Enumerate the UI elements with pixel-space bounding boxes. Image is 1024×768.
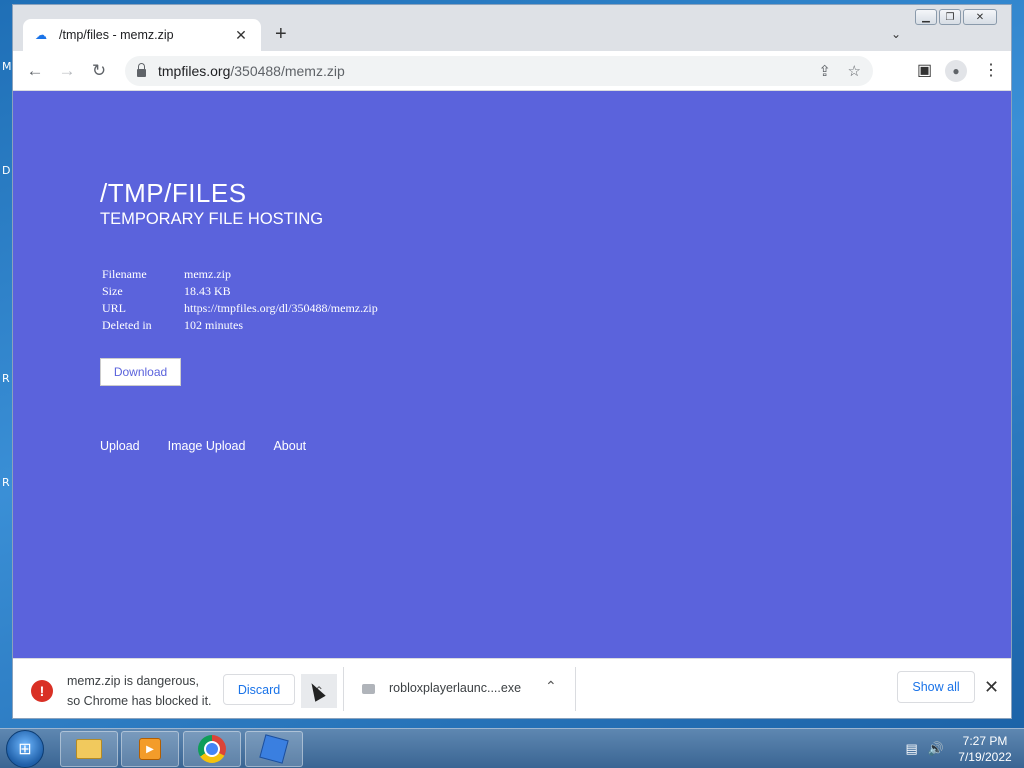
desktop-icon-label[interactable]: M: [2, 60, 12, 73]
file-info-table: Filename memz.zip Size 18.43 KB URL http…: [102, 266, 378, 334]
network-icon[interactable]: ▤: [906, 741, 918, 757]
volume-icon[interactable]: 🔊: [928, 741, 944, 757]
page-content: /TMP/FILES TEMPORARY FILE HOSTING Filena…: [13, 91, 1011, 658]
taskbar: ⊞ ▶ ▤ 🔊 7:27 PM 7/19/2022: [0, 728, 1024, 768]
discard-button[interactable]: Discard: [223, 674, 295, 705]
tab-strip: ☁ /tmp/files - memz.zip ✕ + ⌄: [13, 5, 1011, 51]
info-key: Deleted in: [102, 318, 152, 332]
warning-line: memz.zip is dangerous,: [67, 674, 200, 688]
site-title: /TMP/FILES: [100, 178, 247, 208]
lock-icon[interactable]: [137, 63, 146, 77]
info-key: URL: [102, 301, 126, 315]
media-player-icon: ▶: [139, 738, 161, 760]
about-link[interactable]: About: [273, 439, 306, 453]
address-bar[interactable]: tmpfiles.org/350488/memz.zip ⇪ ☆: [125, 56, 873, 86]
info-row: Deleted in 102 minutes: [102, 317, 378, 334]
desktop-icon-label[interactable]: R: [2, 372, 10, 385]
start-button[interactable]: ⊞: [6, 730, 44, 768]
url-text: tmpfiles.org/350488/memz.zip: [158, 63, 345, 79]
desktop-icon-label[interactable]: D: [2, 164, 10, 177]
folder-icon: [76, 739, 102, 759]
url-path: /350488/memz.zip: [230, 63, 345, 79]
dangerous-download-warning: memz.zip is dangerous, so Chrome has blo…: [67, 671, 212, 711]
download-button[interactable]: Download: [100, 358, 181, 386]
info-value[interactable]: https://tmpfiles.org/dl/350488/memz.zip: [184, 300, 378, 317]
info-key: Size: [102, 284, 123, 298]
shelf-divider: [343, 667, 344, 711]
system-tray: ▤ 🔊: [906, 741, 944, 757]
forward-button[interactable]: →: [55, 59, 79, 83]
share-icon[interactable]: ⇪: [818, 62, 831, 80]
menu-kebab-icon[interactable]: ⋮: [983, 60, 999, 80]
browser-toolbar: ← → ↻ tmpfiles.org/350488/memz.zip ⇪ ☆ ▣…: [13, 51, 1011, 91]
new-tab-button[interactable]: +: [275, 24, 287, 44]
info-value: 102 minutes: [184, 318, 243, 332]
info-row: Size 18.43 KB: [102, 283, 378, 300]
taskbar-explorer[interactable]: [60, 731, 118, 767]
info-key: Filename: [102, 267, 147, 281]
roblox-icon: [259, 734, 289, 764]
upload-link[interactable]: Upload: [100, 439, 140, 453]
reload-button[interactable]: ↻: [87, 59, 111, 83]
clock-date: 7/19/2022: [958, 750, 1012, 764]
cloud-upload-icon: ☁: [35, 28, 47, 42]
taskbar-chrome[interactable]: [183, 731, 241, 767]
footer-links: Upload Image Upload About: [100, 439, 306, 453]
tab-title: /tmp/files - memz.zip: [59, 28, 174, 42]
danger-warning-icon: !: [31, 680, 53, 702]
info-row: URL https://tmpfiles.org/dl/350488/memz.…: [102, 300, 378, 317]
warning-line: so Chrome has blocked it.: [67, 694, 212, 708]
file-icon: [362, 684, 375, 694]
tab-active[interactable]: ☁ /tmp/files - memz.zip ✕: [23, 19, 261, 51]
shelf-divider: [575, 667, 576, 711]
back-button[interactable]: ←: [23, 59, 47, 83]
info-value: 18.43 KB: [184, 284, 231, 298]
chevron-up-icon[interactable]: ⌃: [545, 678, 557, 695]
profile-avatar-icon[interactable]: ●: [945, 60, 967, 82]
url-host: tmpfiles.org: [158, 63, 231, 79]
download-shelf: ! memz.zip is dangerous, so Chrome has b…: [13, 658, 1011, 718]
clock[interactable]: 7:27 PM 7/19/2022: [950, 733, 1020, 765]
side-panel-icon[interactable]: ▣: [917, 60, 932, 80]
desktop-icon-label[interactable]: R: [2, 476, 10, 489]
close-tab-icon[interactable]: ✕: [233, 27, 249, 44]
image-upload-link[interactable]: Image Upload: [168, 439, 246, 453]
chrome-window: ▁ ❐ ✕ ☁ /tmp/files - memz.zip ✕ + ⌄ ← → …: [12, 4, 1012, 719]
tab-search-icon[interactable]: ⌄: [891, 27, 901, 41]
close-shelf-icon[interactable]: ✕: [984, 677, 999, 698]
bookmark-star-icon[interactable]: ☆: [848, 62, 861, 80]
info-value: memz.zip: [184, 267, 231, 281]
taskbar-roblox[interactable]: [245, 731, 303, 767]
show-all-button[interactable]: Show all: [897, 671, 975, 703]
info-row: Filename memz.zip: [102, 266, 378, 283]
chrome-icon: [198, 735, 226, 763]
download-file-name[interactable]: robloxplayerlaunc....exe: [389, 681, 521, 695]
site-subtitle: TEMPORARY FILE HOSTING: [100, 210, 324, 228]
taskbar-media-player[interactable]: ▶: [121, 731, 179, 767]
clock-time: 7:27 PM: [962, 734, 1008, 748]
